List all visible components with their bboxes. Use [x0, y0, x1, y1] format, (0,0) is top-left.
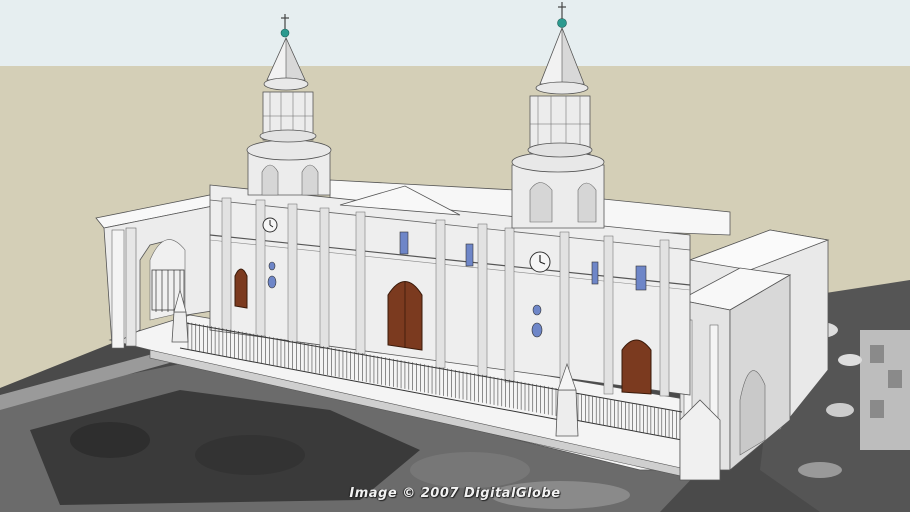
- fence-post: [171, 311, 189, 343]
- window: [399, 231, 409, 255]
- window: [267, 275, 277, 289]
- side-door-right: [621, 339, 652, 395]
- window: [268, 261, 276, 271]
- window: [532, 304, 542, 316]
- finial: [280, 28, 290, 38]
- imagery-attribution: Image © 2007 DigitalGlobe: [349, 486, 561, 501]
- window: [591, 261, 599, 285]
- window: [635, 265, 647, 291]
- sky-background: [0, 0, 910, 68]
- side-door-left: [234, 268, 248, 309]
- window: [465, 243, 474, 267]
- clock-icon: [262, 217, 278, 233]
- finial: [557, 18, 567, 28]
- clock-icon: [529, 251, 551, 273]
- 3d-model-scene[interactable]: [0, 0, 910, 512]
- 3d-viewport[interactable]: Image © 2007 DigitalGlobe: [0, 0, 910, 512]
- window: [531, 322, 543, 338]
- fence-post: [555, 389, 579, 437]
